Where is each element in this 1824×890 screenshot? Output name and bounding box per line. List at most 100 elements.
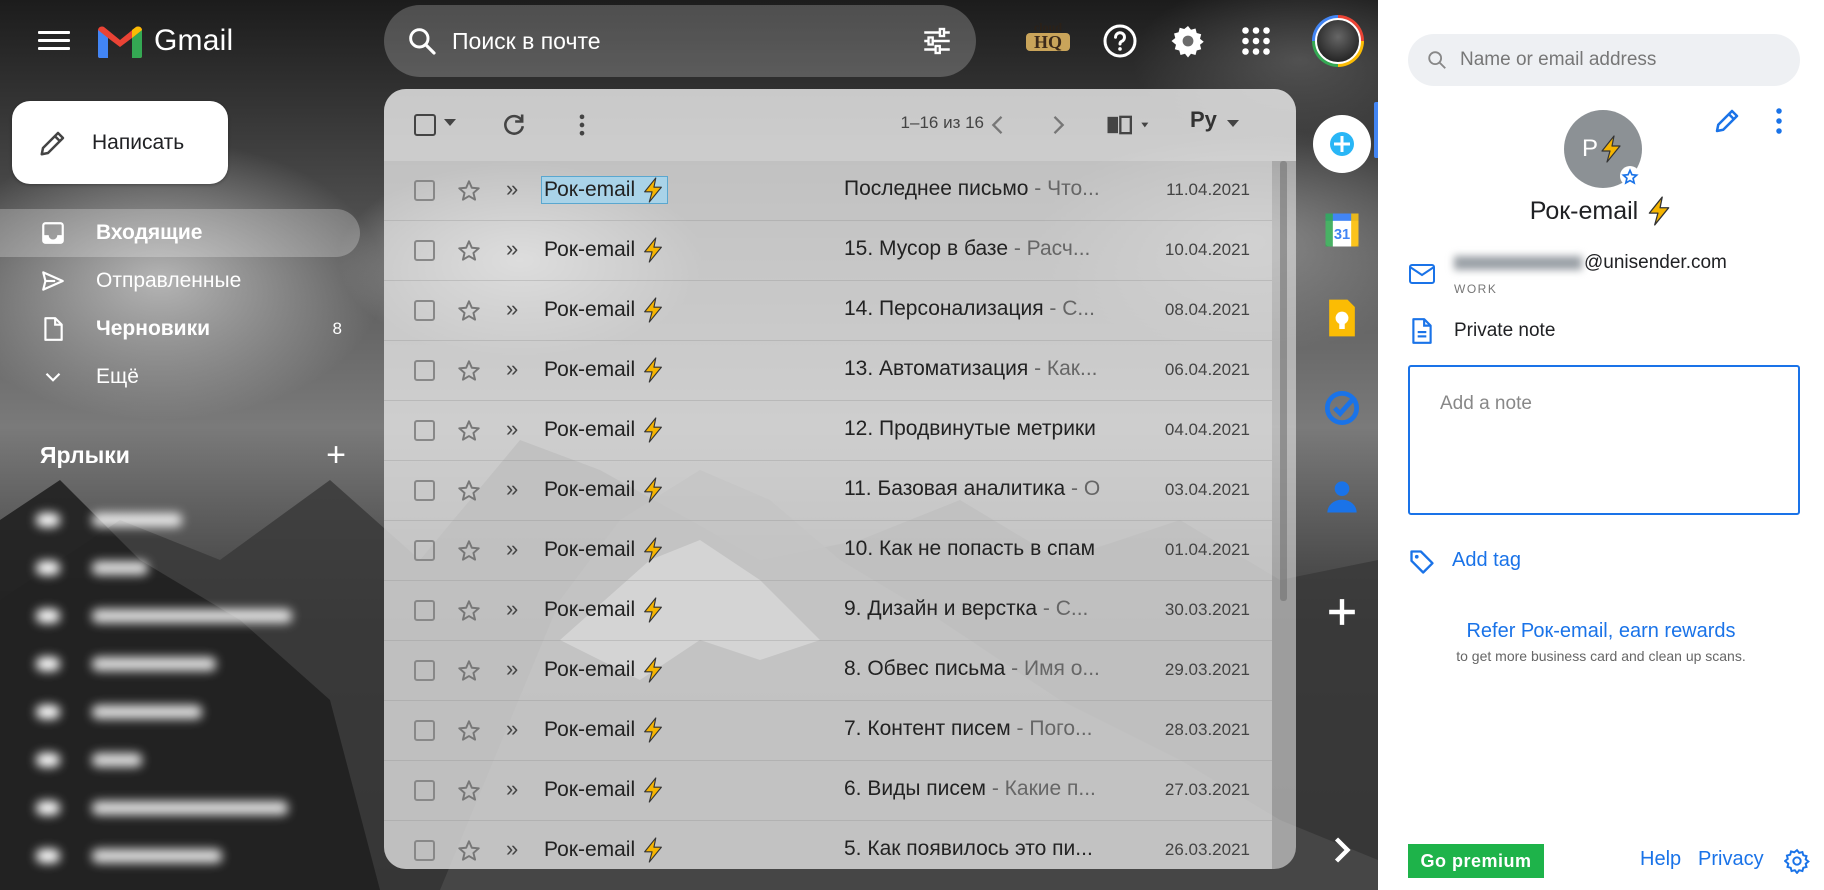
- label-item[interactable]: [36, 784, 356, 832]
- row-checkbox[interactable]: [414, 240, 435, 261]
- email-row[interactable]: » Рок-email 6. Виды писем - Какие п... 27.0…: [384, 761, 1272, 821]
- label-item[interactable]: [36, 592, 356, 640]
- expand-panel-chevron-icon[interactable]: [1320, 828, 1364, 872]
- favorite-star-icon[interactable]: [1620, 166, 1640, 186]
- google-keep-icon[interactable]: [1320, 296, 1364, 340]
- settings-gear-icon[interactable]: [1784, 848, 1810, 874]
- importance-marker-icon[interactable]: »: [506, 356, 518, 382]
- contact-addon-icon[interactable]: [1312, 114, 1372, 174]
- more-vert-icon[interactable]: [568, 111, 596, 139]
- email-row[interactable]: » Рок-email 7. Контент писем - Пого... 28.0…: [384, 701, 1272, 761]
- nav-item-sent[interactable]: Отправленные: [0, 257, 360, 305]
- email-row[interactable]: » Рок-email 13. Автоматизация - Как... 06.0…: [384, 341, 1272, 401]
- settings-gear-icon[interactable]: [1170, 23, 1206, 59]
- star-icon[interactable]: [456, 778, 482, 804]
- add-addon-icon[interactable]: [1320, 590, 1364, 634]
- row-checkbox[interactable]: [414, 840, 435, 861]
- importance-marker-icon[interactable]: »: [506, 536, 518, 562]
- note-textarea[interactable]: Add a note: [1408, 365, 1800, 515]
- contact-search-input[interactable]: Name or email address: [1460, 49, 1656, 71]
- importance-marker-icon[interactable]: »: [506, 176, 518, 202]
- contact-search-bar[interactable]: Name or email address: [1408, 34, 1800, 86]
- importance-marker-icon[interactable]: »: [506, 296, 518, 322]
- help-link[interactable]: Help: [1640, 848, 1681, 871]
- star-icon[interactable]: [456, 358, 482, 384]
- importance-marker-icon[interactable]: »: [506, 716, 518, 742]
- mail-search-bar[interactable]: Поиск в почте: [384, 5, 976, 77]
- help-icon[interactable]: [1102, 23, 1138, 59]
- row-checkbox[interactable]: [414, 180, 435, 201]
- row-checkbox[interactable]: [414, 480, 435, 501]
- row-checkbox[interactable]: [414, 540, 435, 561]
- add-label-button[interactable]: +: [326, 438, 346, 472]
- importance-marker-icon[interactable]: »: [506, 656, 518, 682]
- search-icon[interactable]: [406, 25, 438, 57]
- row-checkbox[interactable]: [414, 720, 435, 741]
- label-item[interactable]: [36, 736, 356, 784]
- star-icon[interactable]: [456, 298, 482, 324]
- select-all-checkbox[interactable]: [414, 114, 436, 136]
- privacy-link[interactable]: Privacy: [1698, 848, 1764, 871]
- row-checkbox[interactable]: [414, 780, 435, 801]
- star-icon[interactable]: [456, 658, 482, 684]
- row-checkbox[interactable]: [414, 660, 435, 681]
- input-tools-caret[interactable]: [1227, 120, 1239, 127]
- row-checkbox[interactable]: [414, 360, 435, 381]
- star-icon[interactable]: [456, 538, 482, 564]
- importance-marker-icon[interactable]: »: [506, 236, 518, 262]
- email-row[interactable]: » Рок-email 14. Персонализация - С... 08.04…: [384, 281, 1272, 341]
- star-icon[interactable]: [456, 418, 482, 444]
- nav-item-drafts[interactable]: Черновики 8: [0, 305, 360, 353]
- row-checkbox[interactable]: [414, 420, 435, 441]
- refresh-icon[interactable]: [500, 111, 528, 139]
- label-item[interactable]: [36, 640, 356, 688]
- email-row[interactable]: » Рок-email 15. Мусор в базе - Расч... 10.0…: [384, 221, 1272, 281]
- email-row[interactable]: » Рок-email 10. Как не попасть в спам 01.04…: [384, 521, 1272, 581]
- split-pane-toggle-icon[interactable]: [1104, 111, 1160, 139]
- google-contacts-icon[interactable]: [1320, 474, 1364, 518]
- label-item[interactable]: [36, 544, 356, 592]
- go-premium-button[interactable]: Go premium: [1408, 844, 1544, 878]
- add-tag-link[interactable]: Add tag: [1452, 549, 1521, 572]
- row-checkbox[interactable]: [414, 300, 435, 321]
- main-menu-button[interactable]: [36, 26, 72, 56]
- list-scrollbar[interactable]: [1280, 161, 1287, 601]
- cloudhq-extension-icon[interactable]: cloud HQ: [1026, 21, 1070, 61]
- importance-marker-icon[interactable]: »: [506, 596, 518, 622]
- select-menu-caret[interactable]: [444, 119, 456, 126]
- contact-email[interactable]: @unisender.com: [1454, 252, 1727, 274]
- star-icon[interactable]: [456, 838, 482, 864]
- input-tools-language[interactable]: Ру: [1190, 107, 1217, 133]
- email-row[interactable]: » Рок-email Последнее письмо - Что... 11.04…: [384, 161, 1272, 221]
- google-calendar-icon[interactable]: 31: [1320, 208, 1364, 252]
- label-item[interactable]: [36, 832, 356, 880]
- importance-marker-icon[interactable]: »: [506, 776, 518, 802]
- row-checkbox[interactable]: [414, 600, 435, 621]
- label-item[interactable]: [36, 496, 356, 544]
- star-icon[interactable]: [456, 478, 482, 504]
- email-row[interactable]: » Рок-email 9. Дизайн и верстка - С... 30.0…: [384, 581, 1272, 641]
- chevron-right-icon[interactable]: [1044, 111, 1072, 139]
- chevron-left-icon[interactable]: [984, 111, 1012, 139]
- star-icon[interactable]: [456, 598, 482, 624]
- edit-pencil-icon[interactable]: [1712, 106, 1742, 136]
- apps-grid-icon[interactable]: [1238, 23, 1274, 59]
- label-item[interactable]: [36, 688, 356, 736]
- star-icon[interactable]: [456, 718, 482, 744]
- star-icon[interactable]: [456, 178, 482, 204]
- search-options-icon[interactable]: [920, 24, 954, 58]
- email-row[interactable]: » Рок-email 11. Базовая аналитика - О 03.04…: [384, 461, 1272, 521]
- nav-item-inbox[interactable]: Входящие: [0, 209, 360, 257]
- email-row[interactable]: » Рок-email 12. Продвинутые метрики 04.04.2…: [384, 401, 1272, 461]
- importance-marker-icon[interactable]: »: [506, 836, 518, 862]
- email-row[interactable]: » Рок-email 5. Как появилось это пи... 26.0…: [384, 821, 1272, 869]
- star-icon[interactable]: [456, 238, 482, 264]
- more-vert-icon[interactable]: [1772, 106, 1786, 136]
- search-input[interactable]: Поиск в почте: [452, 28, 920, 55]
- google-tasks-icon[interactable]: [1320, 386, 1364, 430]
- email-row[interactable]: » Рок-email 8. Обвес письма - Имя о... 29.0…: [384, 641, 1272, 701]
- refer-link[interactable]: Refer Рок-email, earn rewards: [1378, 620, 1824, 643]
- importance-marker-icon[interactable]: »: [506, 416, 518, 442]
- gmail-logo[interactable]: Gmail: [96, 22, 233, 60]
- nav-item-more[interactable]: Ещё: [0, 353, 360, 401]
